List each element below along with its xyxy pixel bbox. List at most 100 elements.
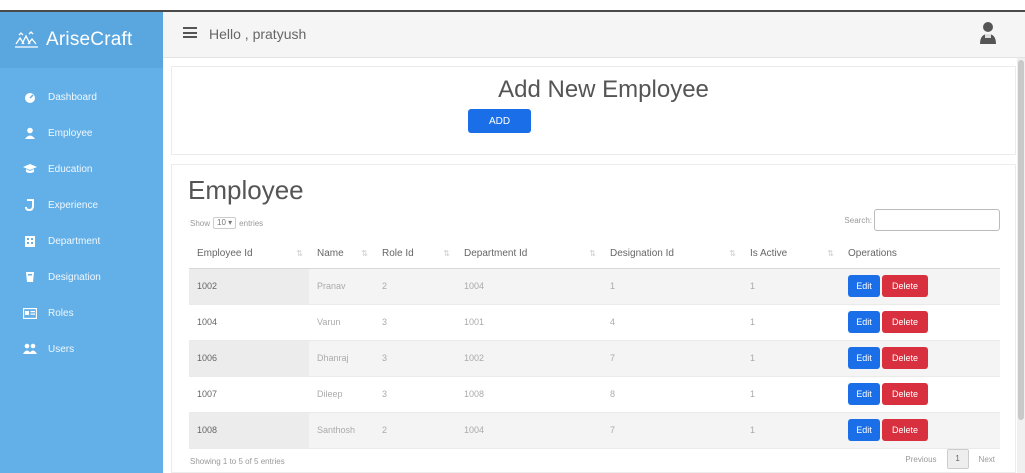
cell-operations: Edit Delete — [840, 304, 1000, 341]
cell-role-id: 3 — [374, 340, 456, 377]
sidebar-item-education[interactable]: Education — [0, 151, 163, 187]
add-employee-button[interactable]: ADD — [468, 109, 531, 133]
edit-button[interactable]: Edit — [848, 347, 880, 369]
edit-button[interactable]: Edit — [848, 419, 880, 441]
building-icon — [22, 233, 38, 249]
cell-employee-id: 1004 — [189, 304, 309, 341]
delete-button[interactable]: Delete — [882, 383, 928, 405]
cell-designation-id: 8 — [602, 376, 742, 413]
dashboard-icon — [22, 89, 38, 105]
cell-is-active: 1 — [742, 412, 840, 449]
sort-icon: ⇅ — [827, 249, 834, 258]
cell-employee-id: 1007 — [189, 376, 309, 413]
top-header: Hello , pratyush — [163, 12, 1025, 58]
column-header-label: Name — [317, 248, 344, 260]
edit-button[interactable]: Edit — [848, 311, 880, 333]
column-header-operations: Operations — [840, 240, 1000, 269]
cell-operations: Edit Delete — [840, 268, 1000, 305]
id-card-icon — [22, 305, 38, 321]
entries-select[interactable]: 10 ▾ — [213, 217, 237, 229]
entries-select-value: 10 — [217, 218, 226, 227]
sidebar-item-experience[interactable]: Experience — [0, 187, 163, 223]
column-header-label: Role Id — [382, 248, 414, 260]
edit-button[interactable]: Edit — [848, 275, 880, 297]
cell-employee-id: 1002 — [189, 268, 309, 305]
user-icon — [22, 125, 38, 141]
table-info: Showing 1 to 5 of 5 entries — [190, 457, 285, 466]
previous-page-button[interactable]: Previous — [905, 455, 936, 464]
add-employee-title: Add New Employee — [498, 76, 709, 103]
cell-is-active: 1 — [742, 268, 840, 305]
delete-button[interactable]: Delete — [882, 275, 928, 297]
employee-table-card: Employee Show 10 ▾ entries Search: Emplo… — [171, 164, 1016, 473]
delete-button[interactable]: Delete — [882, 419, 928, 441]
cell-role-id: 3 — [374, 304, 456, 341]
table-header-row: Employee Id ⇅ Name ⇅ Role Id ⇅ Department I… — [189, 240, 1000, 269]
brand-logo-icon — [15, 31, 38, 48]
cell-department-id: 1002 — [456, 340, 602, 377]
greeting-text: Hello , pratyush — [209, 26, 307, 42]
sidebar-item-dashboard[interactable]: Dashboard — [0, 79, 163, 115]
sidebar-item-label: Designation — [48, 271, 101, 283]
sidebar-item-designation[interactable]: Designation — [0, 259, 163, 295]
sidebar-item-employee[interactable]: Employee — [0, 115, 163, 151]
sidebar-item-label: Employee — [48, 127, 93, 139]
column-header-name[interactable]: Name ⇅ — [309, 240, 374, 269]
column-header-label: Operations — [848, 248, 897, 260]
sidebar-item-label: Dashboard — [48, 91, 97, 103]
next-page-button[interactable]: Next — [979, 455, 995, 464]
sort-icon: ⇅ — [443, 249, 450, 258]
cell-role-id: 2 — [374, 268, 456, 305]
designation-icon — [22, 269, 38, 285]
column-header-label: Employee Id — [197, 248, 253, 260]
scrollbar-thumb[interactable] — [1018, 60, 1024, 420]
sidebar-item-label: Department — [48, 235, 101, 247]
cell-name: Pranav — [309, 268, 374, 305]
search-input[interactable] — [874, 209, 1000, 231]
cell-name: Dileep — [309, 376, 374, 413]
cell-employee-id: 1008 — [189, 412, 309, 449]
delete-button[interactable]: Delete — [882, 311, 928, 333]
column-header-designation-id[interactable]: Designation Id ⇅ — [602, 240, 742, 269]
table-row: 1008 Santhosh 2 1004 7 1 Edit Delete — [189, 412, 1000, 449]
graduation-cap-icon — [22, 161, 38, 177]
cell-department-id: 1004 — [456, 268, 602, 305]
search-box: Search: — [844, 209, 1000, 231]
table-row: 1004 Varun 3 1001 4 1 Edit Delete — [189, 304, 1000, 341]
cell-role-id: 2 — [374, 412, 456, 449]
search-label: Search: — [844, 215, 872, 225]
table-row: 1002 Pranav 2 1004 1 1 Edit Delete — [189, 268, 1000, 305]
cell-designation-id: 7 — [602, 340, 742, 377]
pagination: Previous 1 Next — [905, 449, 995, 469]
column-header-is-active[interactable]: Is Active ⇅ — [742, 240, 840, 269]
cell-name: Dhanraj — [309, 340, 374, 377]
brand[interactable]: AriseCraft — [0, 12, 163, 68]
user-avatar-icon[interactable] — [979, 20, 997, 46]
top-border — [0, 0, 1025, 10]
cell-department-id: 1008 — [456, 376, 602, 413]
sidebar-item-label: Education — [48, 163, 93, 175]
table-row: 1006 Dhanraj 3 1002 7 1 Edit Delete — [189, 340, 1000, 377]
sidebar-item-label: Roles — [48, 307, 74, 319]
cell-is-active: 1 — [742, 304, 840, 341]
hamburger-menu-icon[interactable] — [183, 27, 197, 38]
sort-icon: ⇅ — [589, 249, 596, 258]
cell-name: Santhosh — [309, 412, 374, 449]
sort-icon: ⇅ — [729, 249, 736, 258]
cell-is-active: 1 — [742, 376, 840, 413]
column-header-role-id[interactable]: Role Id ⇅ — [374, 240, 456, 269]
edit-button[interactable]: Edit — [848, 383, 880, 405]
delete-button[interactable]: Delete — [882, 347, 928, 369]
cell-name: Varun — [309, 304, 374, 341]
page-1-button[interactable]: 1 — [946, 449, 969, 469]
add-employee-card: Add New Employee ADD — [171, 66, 1016, 155]
column-header-department-id[interactable]: Department Id ⇅ — [456, 240, 602, 269]
sidebar-item-roles[interactable]: Roles — [0, 295, 163, 331]
sidebar-item-users[interactable]: Users — [0, 331, 163, 367]
column-header-employee-id[interactable]: Employee Id ⇅ — [189, 240, 309, 269]
sidebar-item-department[interactable]: Department — [0, 223, 163, 259]
cell-designation-id: 7 — [602, 412, 742, 449]
employee-title: Employee — [188, 175, 304, 205]
cell-designation-id: 4 — [602, 304, 742, 341]
cell-operations: Edit Delete — [840, 340, 1000, 377]
